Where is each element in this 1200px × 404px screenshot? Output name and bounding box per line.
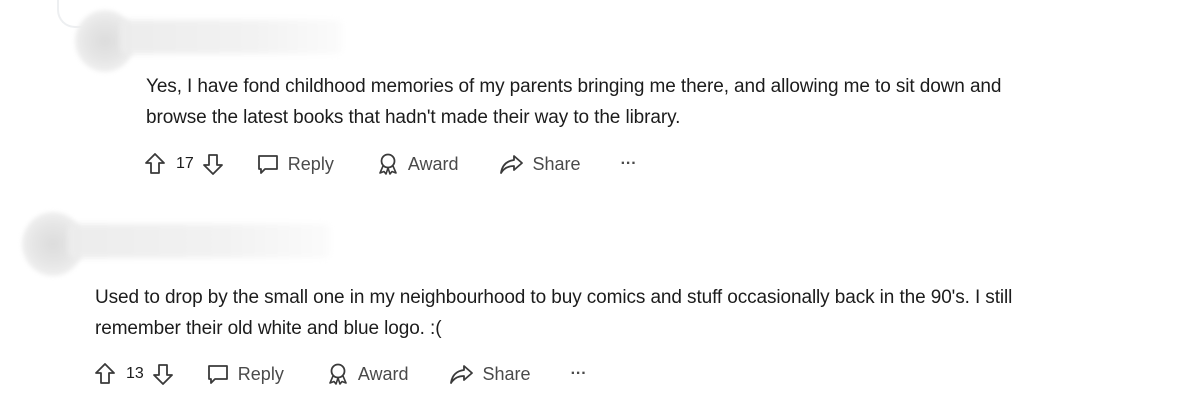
comment-text-line: Used to drop by the small one in my neig… — [95, 287, 1013, 308]
vote-count: 13 — [126, 365, 144, 382]
reply-label: Reply — [237, 363, 284, 384]
arrow-down-icon — [202, 154, 223, 175]
more-options-button[interactable]: ··· — [620, 155, 637, 172]
upvote-button[interactable] — [94, 362, 116, 386]
award-button[interactable]: Award — [326, 362, 409, 386]
arrow-down-icon — [152, 364, 173, 385]
share-arrow-icon — [449, 365, 473, 384]
comment-text-line: remember their old white and blue logo. … — [95, 318, 442, 339]
speech-bubble-icon — [207, 365, 228, 384]
author-name-redacted[interactable] — [68, 224, 330, 258]
award-ribbon-icon — [379, 153, 397, 175]
comment-actions: 13 Reply Award Share ··· — [94, 359, 587, 389]
ellipsis-icon: ··· — [570, 365, 587, 382]
ellipsis-icon: ··· — [620, 155, 637, 172]
vote-count: 17 — [176, 155, 194, 172]
award-label: Award — [357, 363, 409, 384]
share-arrow-icon — [499, 155, 523, 174]
upvote-button[interactable] — [144, 152, 166, 176]
comment-actions: 17 Reply Award Share ··· — [144, 149, 637, 179]
arrow-up-icon — [95, 363, 115, 384]
downvote-button[interactable] — [152, 362, 174, 386]
more-options-button[interactable]: ··· — [570, 365, 587, 382]
award-button[interactable]: Award — [376, 152, 459, 176]
comment-text-line: Yes, I have fond childhood memories of m… — [146, 76, 1002, 97]
speech-bubble-icon — [257, 155, 278, 174]
share-button[interactable]: Share — [449, 363, 531, 385]
reply-button[interactable]: Reply — [256, 153, 334, 175]
comment-text-line: browse the latest books that hadn't made… — [146, 107, 681, 128]
award-label: Award — [407, 153, 459, 174]
arrow-up-icon — [145, 153, 165, 174]
share-button[interactable]: Share — [499, 153, 581, 175]
author-name-redacted[interactable] — [120, 20, 342, 54]
share-label: Share — [482, 363, 531, 384]
downvote-button[interactable] — [202, 152, 224, 176]
reply-label: Reply — [287, 153, 334, 174]
reply-button[interactable]: Reply — [206, 363, 284, 385]
award-ribbon-icon — [329, 363, 347, 385]
share-label: Share — [532, 153, 581, 174]
